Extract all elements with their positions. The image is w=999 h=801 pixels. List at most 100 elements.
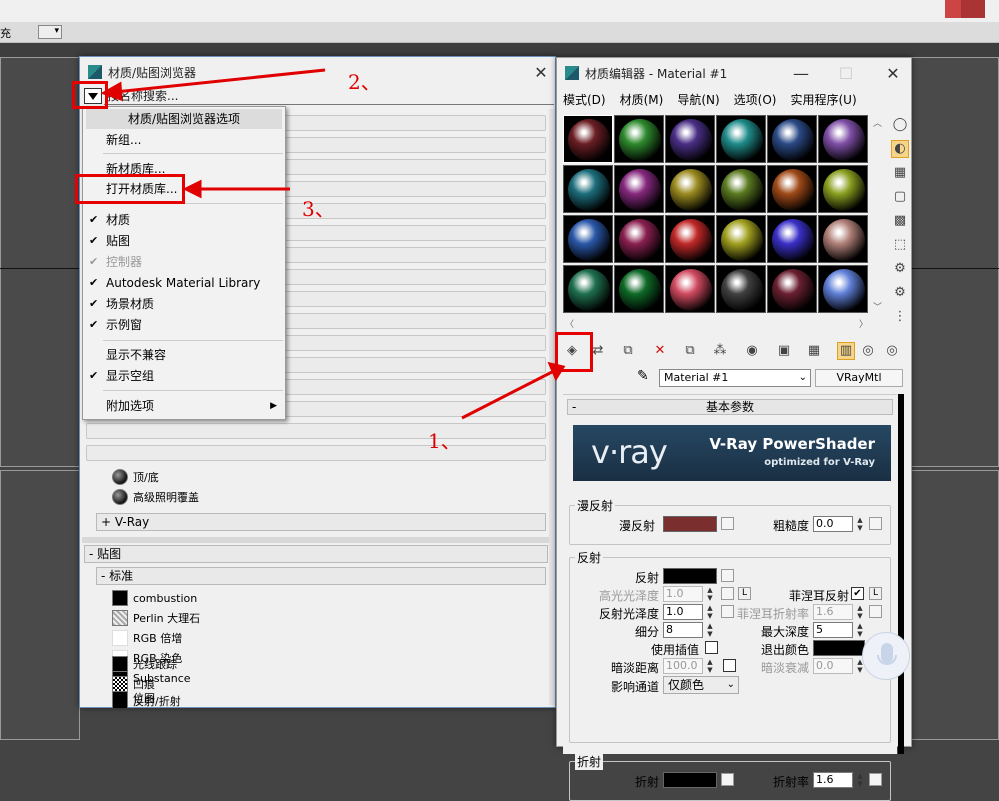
eyedropper-icon[interactable]: ✎ (637, 368, 649, 384)
menu-item-controllers[interactable]: ✔ 控制器 (83, 252, 285, 272)
assign-to-selection-icon[interactable]: ⧉ (619, 342, 637, 360)
fresnel-ior-field[interactable]: 1.6 (813, 604, 853, 620)
sample-slot[interactable] (563, 165, 613, 213)
list-item[interactable]: Perlin 大理石 (112, 608, 200, 628)
menu-item-autodesk-library[interactable]: ✔ Autodesk Material Library (83, 273, 285, 293)
sample-slot[interactable] (818, 165, 868, 213)
go-to-parent-icon[interactable]: ◎ (859, 342, 877, 360)
sample-slot[interactable] (767, 115, 817, 163)
reset-map-icon[interactable]: ✕ (651, 342, 669, 360)
sample-slot[interactable] (614, 265, 664, 313)
hilight-gloss-map-button[interactable] (721, 587, 734, 600)
put-to-library-icon[interactable]: ◉ (743, 342, 761, 360)
sample-slot[interactable] (665, 215, 715, 263)
hilight-gloss-spinner-icon[interactable]: ▲ ▼ (705, 586, 715, 602)
list-item[interactable]: 反射/折射 (112, 694, 181, 708)
list-item[interactable]: combustion (112, 588, 197, 608)
subdivs-spinner-icon[interactable]: ▲ ▼ (705, 622, 715, 638)
menu-item-scene-materials[interactable]: ✔ 场景材质 (83, 294, 285, 314)
viewport-bottom-right[interactable] (905, 470, 999, 740)
exit-color-swatch[interactable] (813, 640, 865, 656)
ior-map-button[interactable] (869, 773, 882, 786)
dim-distance-spinner-icon[interactable]: ▲ ▼ (705, 658, 715, 674)
use-interpolation-checkbox[interactable] (705, 641, 718, 654)
menu-item-additional-options[interactable]: 附加选项 ▶ (83, 396, 285, 416)
sample-slot[interactable] (818, 215, 868, 263)
menu-item-show-incompatible[interactable]: 显示不兼容 (83, 345, 285, 365)
sample-slot[interactable] (614, 215, 664, 263)
fresnel-checkbox[interactable]: ✔ (851, 587, 864, 600)
voice-input-button[interactable] (862, 632, 910, 680)
select-by-material-icon[interactable]: ⚙ (891, 284, 909, 302)
subdivs-field[interactable]: 8 (663, 622, 703, 638)
viewport-top-left[interactable] (0, 57, 80, 467)
reflect-gloss-map-button[interactable] (721, 605, 734, 618)
backlight-icon[interactable]: ◐ (891, 140, 909, 158)
close-icon[interactable]: ✕ (532, 63, 550, 82)
hilight-gloss-field[interactable]: 1.0 (663, 586, 703, 602)
scroll-up-icon[interactable]: ︿ (873, 116, 882, 129)
menu-mode[interactable]: 模式(D) (563, 91, 606, 108)
minimize-icon[interactable]: — (792, 64, 810, 83)
make-preview-icon[interactable]: ⬚ (891, 236, 909, 254)
list-item[interactable]: 凹痕 (112, 674, 155, 694)
host-ribbon-icon[interactable] (945, 0, 985, 18)
menu-item-new-group[interactable]: 新组... (83, 130, 285, 150)
menu-item-materials[interactable]: ✔ 材质 (83, 210, 285, 230)
sample-slot[interactable] (818, 265, 868, 313)
sample-type-icon[interactable]: ◯ (891, 116, 909, 134)
sample-slot-active[interactable] (563, 115, 613, 163)
roughness-field[interactable]: 0.0 (813, 516, 853, 532)
sample-slot[interactable] (563, 215, 613, 263)
menu-navigation[interactable]: 导航(N) (677, 91, 719, 108)
go-forward-sibling-icon[interactable]: ◎ (883, 342, 901, 360)
list-group-bar[interactable] (86, 445, 546, 461)
material-type-button[interactable]: VRayMtl (815, 369, 903, 387)
list-item[interactable]: 光线跟踪 (112, 654, 177, 674)
maps-section-header[interactable]: - 贴图 (84, 545, 548, 563)
reflect-map-button[interactable] (721, 569, 734, 582)
sample-slot[interactable] (563, 265, 613, 313)
list-item[interactable]: 顶/底 (112, 467, 159, 487)
ior-field[interactable]: 1.6 (813, 772, 853, 788)
host-dropdown-icon[interactable]: ▾ (38, 25, 62, 39)
material-navigator-icon[interactable]: ⋮ (891, 308, 909, 326)
dim-distance-field[interactable]: 100.0 (663, 658, 703, 674)
show-end-result-icon[interactable]: ▥ (837, 342, 855, 360)
max-depth-spinner-icon[interactable]: ▲ ▼ (855, 622, 865, 638)
roughness-spinner-icon[interactable]: ▲ ▼ (855, 516, 865, 532)
make-unique-icon[interactable]: ⁂ (711, 342, 729, 360)
sample-slot[interactable] (818, 115, 868, 163)
list-item[interactable]: RGB 倍增 (112, 628, 182, 648)
list-item[interactable]: 高级照明覆盖 (112, 487, 199, 507)
close-icon[interactable]: ✕ (884, 64, 902, 83)
scroll-left-icon[interactable]: 〈 (565, 317, 574, 330)
sample-slot[interactable] (716, 165, 766, 213)
roughness-map-button[interactable] (869, 517, 882, 530)
sample-slot[interactable] (665, 265, 715, 313)
video-color-check-icon[interactable]: ▩ (891, 212, 909, 230)
fresnel-ior-map-button[interactable] (869, 605, 882, 618)
sample-slot[interactable] (665, 115, 715, 163)
sample-options-icon[interactable]: ⚙ (891, 260, 909, 278)
dim-distance-checkbox[interactable] (723, 659, 736, 672)
sample-slot[interactable] (614, 165, 664, 213)
menu-material[interactable]: 材质(M) (620, 91, 664, 108)
viewport-bottom-left[interactable] (0, 470, 80, 740)
fresnel-lock-button[interactable]: L (869, 587, 882, 600)
refract-map-button[interactable] (721, 773, 734, 786)
sample-slot[interactable] (716, 215, 766, 263)
sample-slot[interactable] (767, 165, 817, 213)
background-icon[interactable]: ▦ (891, 164, 909, 182)
sample-slot[interactable] (716, 115, 766, 163)
make-copy-icon[interactable]: ⧉ (681, 342, 699, 360)
reflect-gloss-spinner-icon[interactable]: ▲ ▼ (705, 604, 715, 620)
menu-item-maps[interactable]: ✔ 贴图 (83, 231, 285, 251)
vray-section-header[interactable]: + V-Ray (96, 513, 546, 531)
fresnel-ior-spinner-icon[interactable]: ▲ ▼ (855, 604, 865, 620)
parameters-scrollbar[interactable] (898, 394, 904, 754)
rollout-header[interactable]: - 基本参数 (567, 399, 893, 415)
sample-slot[interactable] (767, 265, 817, 313)
diffuse-map-button[interactable] (721, 517, 734, 530)
menu-options[interactable]: 选项(O) (734, 91, 777, 108)
